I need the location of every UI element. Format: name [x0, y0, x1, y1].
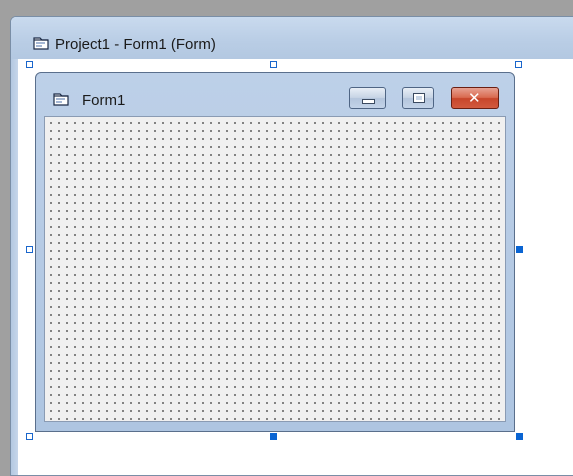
close-icon: ✕ — [468, 89, 481, 107]
mdi-window-title: Project1 - Form1 (Form) — [55, 36, 216, 53]
minimize-button[interactable] — [349, 87, 386, 109]
form1-window[interactable]: Form1 ✕ — [35, 72, 515, 432]
minimize-icon — [362, 99, 375, 104]
resize-handle-top-left[interactable] — [26, 61, 33, 68]
form-client-area[interactable] — [44, 116, 506, 422]
maximize-icon — [413, 93, 425, 103]
form-designer-icon — [33, 36, 49, 56]
resize-handle-bottom-center[interactable] — [270, 433, 277, 440]
resize-handle-bottom-left[interactable] — [26, 433, 33, 440]
resize-handle-top-center[interactable] — [270, 61, 277, 68]
mdi-titlebar[interactable]: Project1 - Form1 (Form) — [11, 17, 573, 59]
maximize-button[interactable] — [402, 87, 434, 109]
form-icon — [53, 92, 69, 112]
resize-handle-middle-left[interactable] — [26, 246, 33, 253]
form-caption: Form1 — [82, 92, 126, 109]
close-button[interactable]: ✕ — [451, 87, 499, 109]
mdi-window-border — [11, 59, 18, 475]
resize-handle-top-right[interactable] — [515, 61, 522, 68]
resize-handle-bottom-right[interactable] — [516, 433, 523, 440]
resize-handle-middle-right[interactable] — [516, 246, 523, 253]
